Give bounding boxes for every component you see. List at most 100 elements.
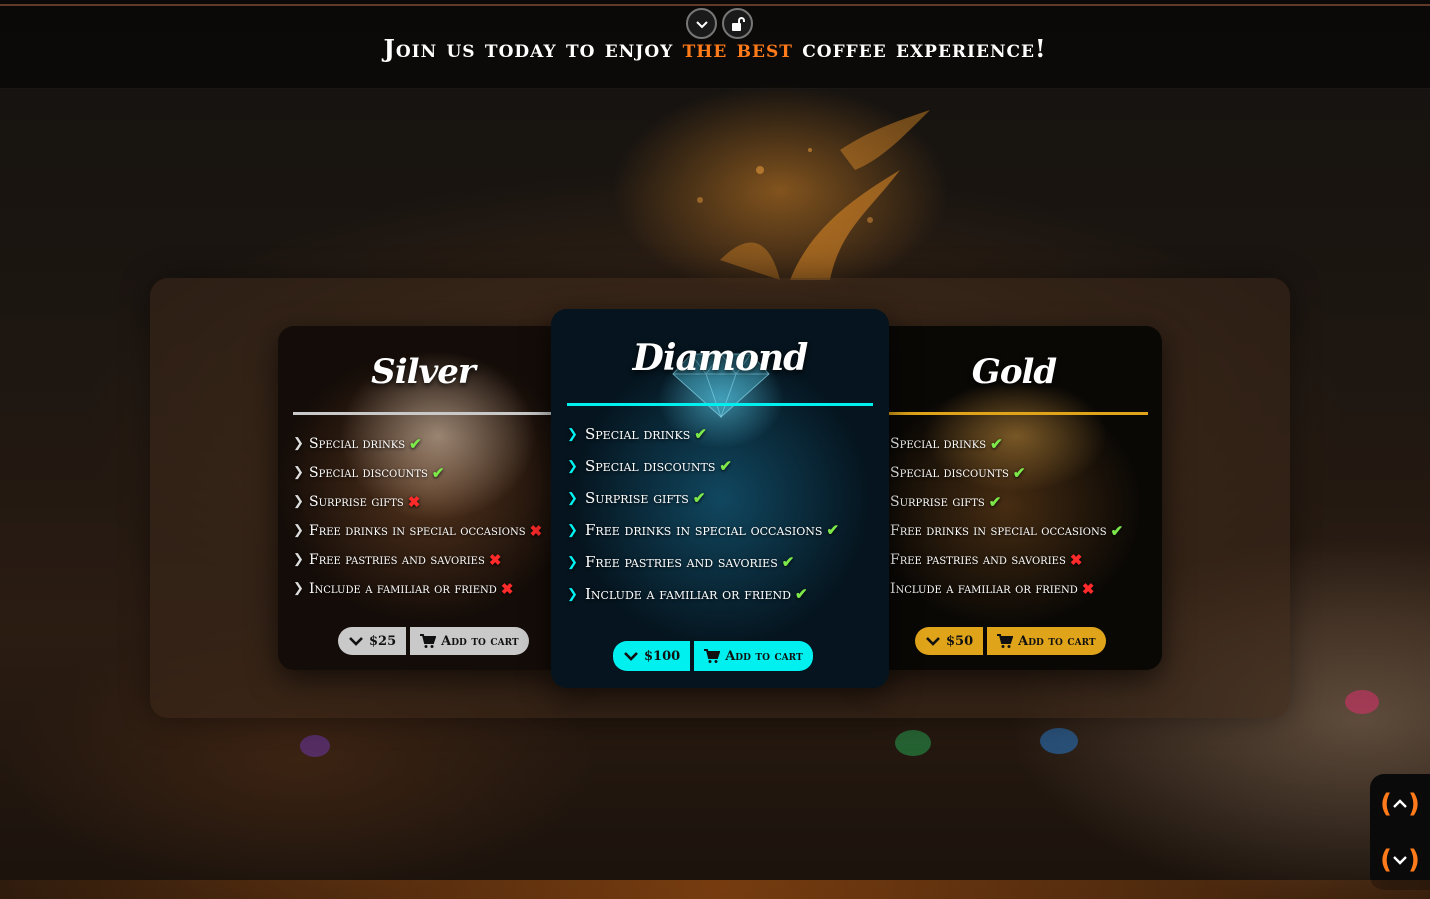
- feature-label: Include a familiar or friend: [585, 585, 791, 603]
- check-icon: ✔: [1012, 463, 1026, 482]
- headline-highlight: the best: [682, 34, 793, 63]
- add-to-cart-button[interactable]: Add to cart: [694, 641, 813, 671]
- candy-decoration: [895, 730, 931, 756]
- chevron-right-icon: ❯: [293, 436, 304, 451]
- feature-item: ❯ Special discounts ✔: [293, 458, 568, 487]
- feature-item: ❯ Special discounts ✔: [567, 450, 889, 482]
- feature-item: ❯ Free drinks in special occasions ✔: [567, 514, 889, 546]
- bottom-glow: [0, 880, 1430, 899]
- chevron-down-icon: [926, 637, 940, 646]
- chevron-down-icon: [349, 637, 363, 646]
- chevron-down-icon: [624, 652, 638, 661]
- candy-decoration: [1040, 728, 1078, 754]
- feature-label: Special drinks: [309, 435, 406, 452]
- chevron-right-icon: ❯: [293, 552, 304, 567]
- coffee-splash-decoration: [697, 110, 930, 280]
- price-toggle-button[interactable]: $50: [915, 627, 984, 655]
- feature-label: Special drinks: [585, 425, 691, 443]
- feature-label: Free drinks in special occasions: [309, 522, 526, 539]
- chevron-down-icon: [695, 20, 708, 28]
- feature-item: Include a familiar or friend ✖: [890, 574, 1162, 603]
- headline-text-end: coffee experience!: [792, 34, 1047, 63]
- chevron-right-icon: ❯: [293, 465, 304, 480]
- scroll-up-button[interactable]: (): [1378, 782, 1422, 826]
- chevron-right-icon: ❯: [293, 581, 304, 596]
- price-toggle-button[interactable]: $100: [613, 641, 691, 671]
- cross-icon: ✖: [407, 492, 421, 511]
- add-to-cart-label: Add to cart: [725, 648, 803, 664]
- plan-title: Gold: [971, 352, 1057, 392]
- check-icon: ✔: [694, 425, 707, 443]
- plan-actions: $25 Add to cart: [338, 627, 529, 655]
- plan-price: $50: [946, 633, 974, 649]
- scroll-down-button[interactable]: (): [1378, 838, 1422, 882]
- check-icon: ✔: [692, 489, 706, 507]
- feature-list: Special drinks ✔ Special discounts ✔ Surpr…: [866, 415, 1162, 603]
- check-icon: ✔: [826, 521, 840, 539]
- feature-item: ❯ Surprise gifts ✔: [567, 482, 889, 514]
- check-icon: ✔: [988, 492, 1002, 511]
- check-icon: ✔: [431, 463, 445, 482]
- feature-item: Special drinks ✔: [890, 429, 1162, 458]
- page-headline: Join us today to enjoy the best coffee e…: [0, 34, 1430, 63]
- check-icon: ✔: [781, 553, 795, 571]
- feature-label: Free pastries and savories: [890, 551, 1066, 568]
- feature-list: ❯ Special drinks ✔ ❯ Special discounts ✔ ❯ Su…: [278, 415, 568, 603]
- check-icon: ✔: [794, 585, 808, 603]
- chevron-right-icon: ❯: [567, 522, 578, 538]
- unlock-icon: [731, 16, 745, 31]
- feature-label: Special discounts: [309, 464, 428, 481]
- headline-text-start: Join us today to enjoy: [383, 34, 683, 63]
- chevron-right-icon: ❯: [567, 586, 578, 602]
- cart-icon: [420, 634, 437, 648]
- plan-title: Silver: [371, 352, 476, 392]
- add-to-cart-button[interactable]: Add to cart: [987, 627, 1106, 655]
- cross-icon: ✖: [1069, 550, 1083, 569]
- chevron-right-icon: ❯: [567, 554, 578, 570]
- add-to-cart-label: Add to cart: [1018, 633, 1096, 649]
- check-icon: ✔: [990, 434, 1003, 453]
- scroll-up-icon: (): [1380, 789, 1420, 819]
- plan-card-diamond: Diamond ❯ Special drinks ✔ ❯ Special discou…: [551, 309, 889, 688]
- chevron-right-icon: ❯: [567, 458, 578, 474]
- feature-label: Special discounts: [585, 457, 716, 475]
- check-icon: ✔: [1110, 521, 1124, 540]
- feature-list: ❯ Special drinks ✔ ❯ Special discounts ✔ ❯ Su…: [551, 406, 889, 610]
- chevron-right-icon: ❯: [567, 490, 578, 506]
- plan-card-silver: Silver ❯ Special drinks ✔ ❯ Special discoun…: [278, 326, 568, 670]
- feature-label: Include a familiar or friend: [890, 580, 1078, 597]
- feature-item: ❯ Include a familiar or friend ✔: [567, 578, 889, 610]
- feature-label: Special discounts: [890, 464, 1009, 481]
- feature-item: ❯ Special drinks ✔: [293, 429, 568, 458]
- feature-label: Free drinks in special occasions: [585, 521, 823, 539]
- add-to-cart-button[interactable]: Add to cart: [410, 627, 529, 655]
- feature-label: Surprise gifts: [309, 493, 404, 510]
- plan-actions: $50 Add to cart: [915, 627, 1106, 655]
- price-toggle-button[interactable]: $25: [338, 627, 407, 655]
- feature-item: ❯ Free pastries and savories ✖: [293, 545, 568, 574]
- cart-icon: [997, 634, 1014, 648]
- add-to-cart-label: Add to cart: [441, 633, 519, 649]
- feature-item: Free pastries and savories ✖: [890, 545, 1162, 574]
- cross-icon: ✖: [1081, 579, 1095, 598]
- cart-icon: [704, 649, 721, 663]
- feature-item: ❯ Include a familiar or friend ✖: [293, 574, 568, 603]
- scroll-nav: () (): [1370, 774, 1430, 890]
- feature-item: ❯ Free pastries and savories ✔: [567, 546, 889, 578]
- plan-actions: $100 Add to cart: [613, 641, 813, 671]
- feature-label: Free drinks in special occasions: [890, 522, 1107, 539]
- feature-label: Free pastries and savories: [585, 553, 778, 571]
- feature-item: ❯ Free drinks in special occasions ✖: [293, 516, 568, 545]
- scroll-down-icon: (): [1380, 845, 1420, 875]
- check-icon: ✔: [719, 457, 732, 475]
- cross-icon: ✖: [488, 550, 502, 569]
- candy-decoration: [1345, 690, 1379, 714]
- feature-item: Free drinks in special occasions ✔: [890, 516, 1162, 545]
- header-bar: Join us today to enjoy the best coffee e…: [0, 0, 1430, 89]
- plan-card-gold: Gold Special drinks ✔ Special discounts ✔ …: [866, 326, 1162, 670]
- chevron-right-icon: ❯: [293, 494, 304, 509]
- plan-price: $25: [369, 633, 397, 649]
- feature-label: Surprise gifts: [890, 493, 985, 510]
- feature-label: Special drinks: [890, 435, 987, 452]
- plan-price: $100: [644, 648, 681, 664]
